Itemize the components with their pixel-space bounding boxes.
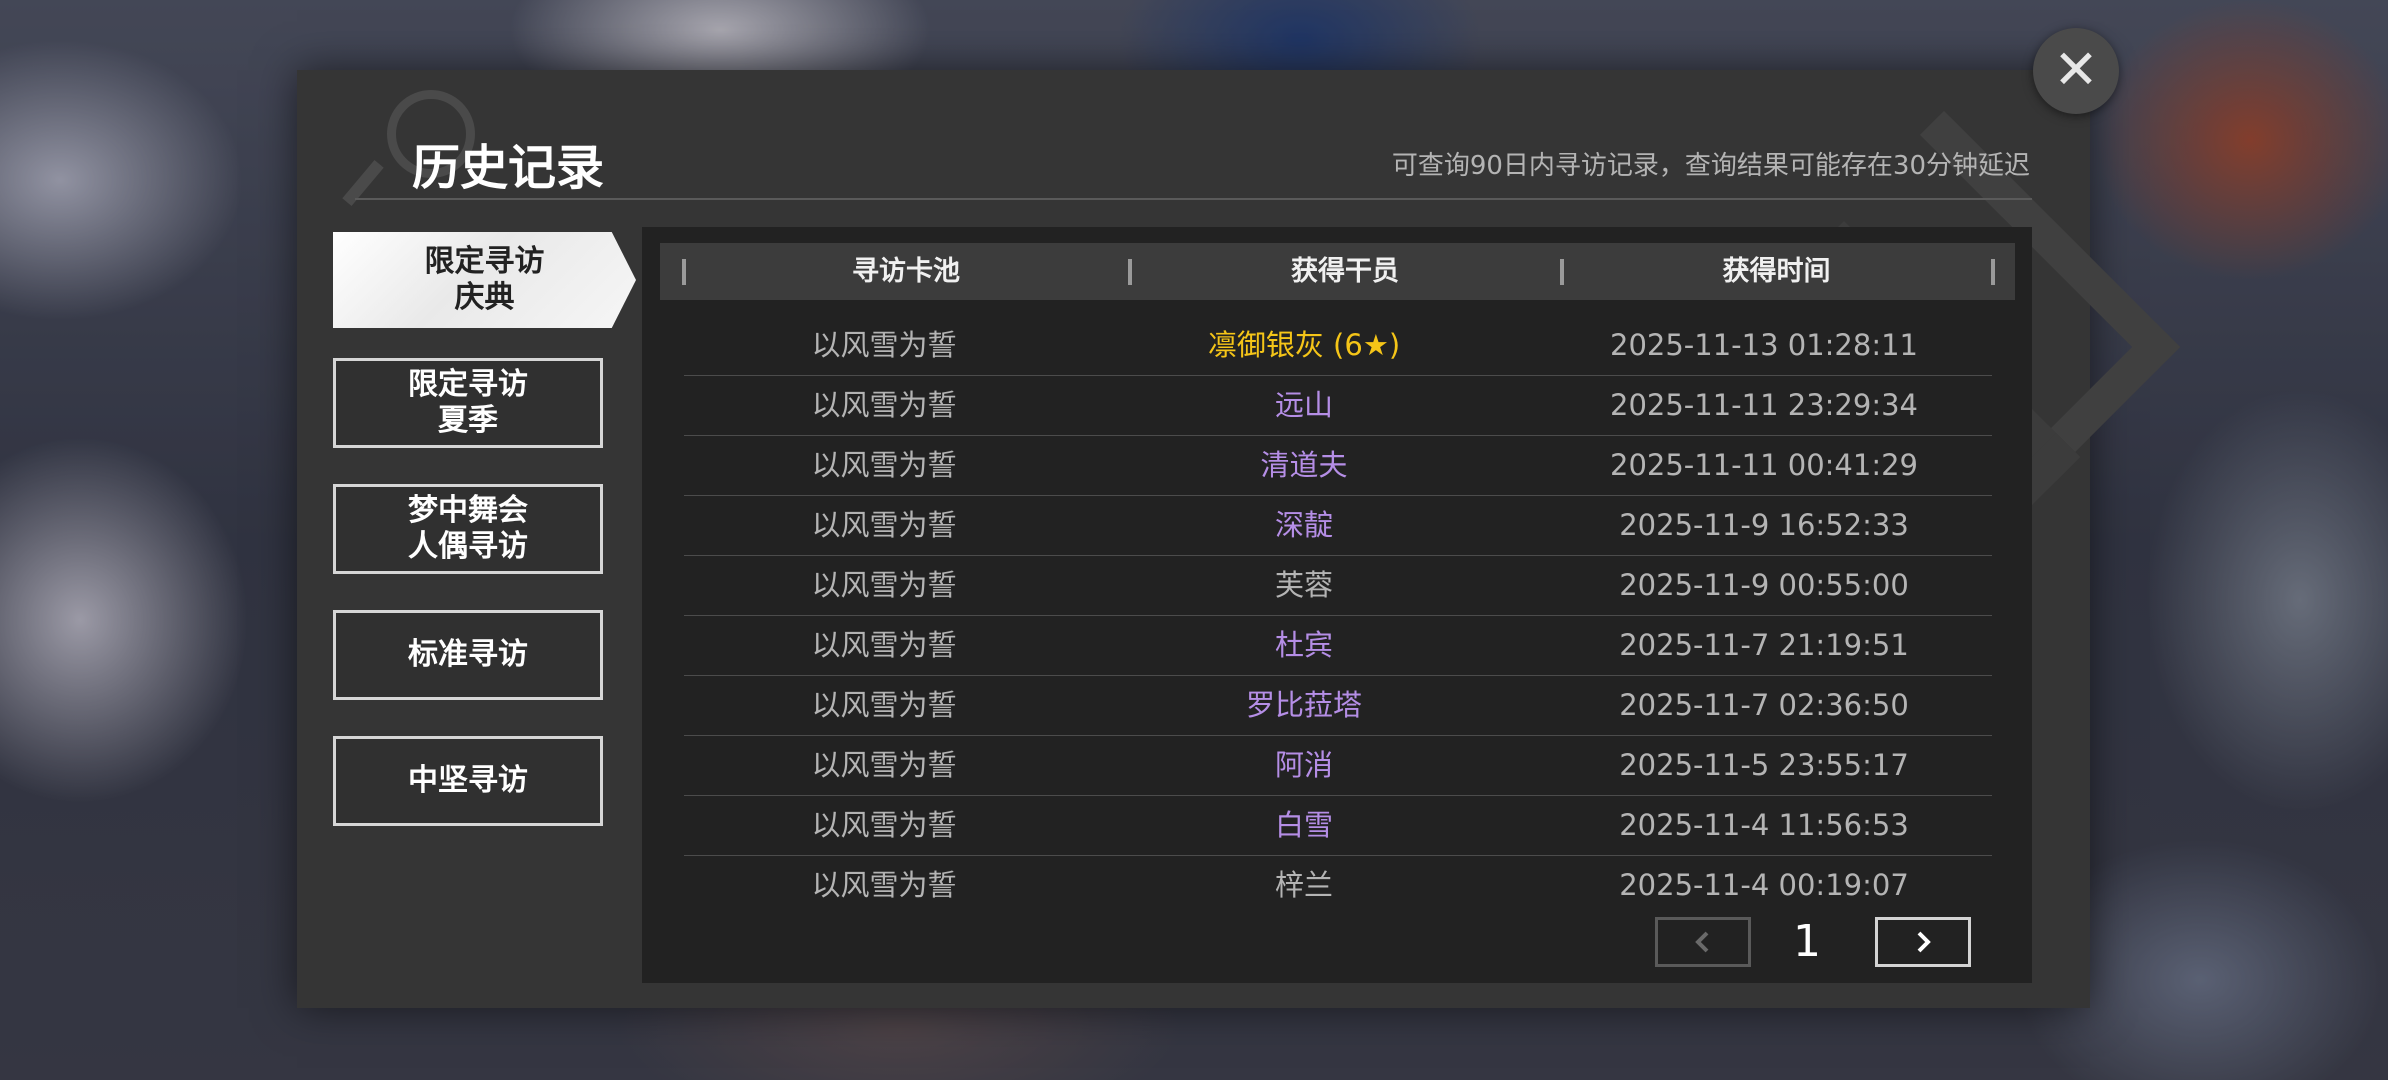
table-row: 以风雪为誓 远山 2025-11-11 23:29:34: [684, 375, 1992, 436]
sidebar-item-limited-summer[interactable]: 限定寻访 夏季: [333, 358, 603, 448]
sidebar-item-label: 限定寻访 庆典: [424, 244, 545, 315]
cell-time: 2025-11-4 11:56:53: [1619, 808, 1909, 842]
cell-time: 2025-11-11 23:29:34: [1610, 388, 1918, 422]
cell-pool: 以风雪为誓: [811, 868, 957, 902]
cell-operator: 梓兰: [1274, 868, 1333, 902]
cell-pool: 以风雪为誓: [811, 508, 957, 542]
table-row: 以风雪为誓 阿消 2025-11-5 23:55:17: [684, 735, 1992, 796]
sidebar-item-dream-ball[interactable]: 梦中舞会 人偶寻访: [333, 484, 603, 574]
cell-time: 2025-11-5 23:55:17: [1619, 748, 1909, 782]
sidebar-item-standard[interactable]: 标准寻访: [333, 610, 603, 700]
next-page-button[interactable]: [1875, 917, 1971, 967]
cell-operator: 清道夫: [1260, 448, 1348, 482]
query-hint: 可查询90日内寻访记录，查询结果可能存在30分钟延迟: [1391, 151, 2030, 181]
column-header-operator: 获得干员: [1291, 256, 1399, 287]
cell-operator: 杜宾: [1274, 628, 1333, 662]
cell-time: 2025-11-4 00:19:07: [1619, 868, 1909, 902]
cell-operator: 罗比菈塔: [1245, 688, 1362, 722]
close-button[interactable]: ✕: [2033, 28, 2119, 114]
table-header: 寻访卡池 获得干员 获得时间: [660, 243, 2015, 300]
page-number: 1: [1793, 916, 1821, 967]
title-divider: [355, 198, 2032, 200]
cell-time: 2025-11-11 00:41:29: [1610, 448, 1918, 482]
history-modal: 历史记录 可查询90日内寻访记录，查询结果可能存在30分钟延迟 限定寻访 庆典 …: [297, 70, 2181, 1008]
cell-operator: 远山: [1274, 388, 1333, 422]
cell-pool: 以风雪为誓: [811, 328, 957, 362]
chevron-right-icon: [1917, 931, 1931, 953]
table-row: 以风雪为誓 杜宾 2025-11-7 21:19:51: [684, 615, 1992, 676]
table-row: 以风雪为誓 凛御银灰 (6★) 2025-11-13 01:28:11: [684, 315, 1992, 376]
cell-operator: 白雪: [1274, 808, 1333, 842]
cell-pool: 以风雪为誓: [811, 748, 957, 782]
column-header-pool: 寻访卡池: [852, 256, 960, 287]
header-separator: [1991, 259, 1995, 285]
sidebar-item-label: 限定寻访 夏季: [408, 367, 528, 438]
table-row: 以风雪为誓 白雪 2025-11-4 11:56:53: [684, 795, 1992, 856]
table-row: 以风雪为誓 罗比菈塔 2025-11-7 02:36:50: [684, 675, 1992, 736]
cell-time: 2025-11-7 21:19:51: [1619, 628, 1909, 662]
page-title: 历史记录: [412, 140, 605, 196]
cell-pool: 以风雪为誓: [811, 688, 957, 722]
close-icon: ✕: [2053, 38, 2099, 101]
table-row: 以风雪为誓 梓兰 2025-11-4 00:19:07: [684, 855, 1992, 915]
history-table: 寻访卡池 获得干员 获得时间 以风雪为誓 凛御银灰 (6★) 2025-11-13 …: [642, 227, 2032, 983]
prev-page-button[interactable]: [1655, 917, 1751, 967]
cell-operator: 芙蓉: [1274, 568, 1333, 602]
table-row: 以风雪为誓 芙蓉 2025-11-9 00:55:00: [684, 555, 1992, 616]
sidebar-item-label: 梦中舞会 人偶寻访: [408, 493, 528, 564]
sidebar-item-core[interactable]: 中坚寻访: [333, 736, 603, 826]
cell-operator: 阿消: [1274, 748, 1333, 782]
table-row: 以风雪为誓 深靛 2025-11-9 16:52:33: [684, 495, 1992, 556]
cell-time: 2025-11-7 02:36:50: [1619, 688, 1909, 722]
table-row: 以风雪为誓 清道夫 2025-11-11 00:41:29: [684, 435, 1992, 496]
cell-time: 2025-11-9 00:55:00: [1619, 568, 1909, 602]
cell-operator: 凛御银灰 (6★): [1207, 328, 1401, 362]
cell-pool: 以风雪为誓: [811, 628, 957, 662]
chevron-left-icon: [1695, 931, 1709, 953]
cell-time: 2025-11-9 16:52:33: [1619, 508, 1909, 542]
cell-pool: 以风雪为誓: [811, 388, 957, 422]
cell-pool: 以风雪为誓: [811, 448, 957, 482]
cell-pool: 以风雪为誓: [811, 808, 957, 842]
sidebar-item-label: 中坚寻访: [408, 763, 528, 798]
cell-time: 2025-11-13 01:28:11: [1610, 328, 1918, 362]
cell-pool: 以风雪为誓: [811, 568, 957, 602]
column-header-time: 获得时间: [1722, 256, 1831, 287]
cell-operator: 深靛: [1274, 508, 1333, 542]
sidebar-item-label: 标准寻访: [408, 637, 528, 672]
sidebar-item-limited-celebration[interactable]: 限定寻访 庆典: [333, 232, 636, 328]
